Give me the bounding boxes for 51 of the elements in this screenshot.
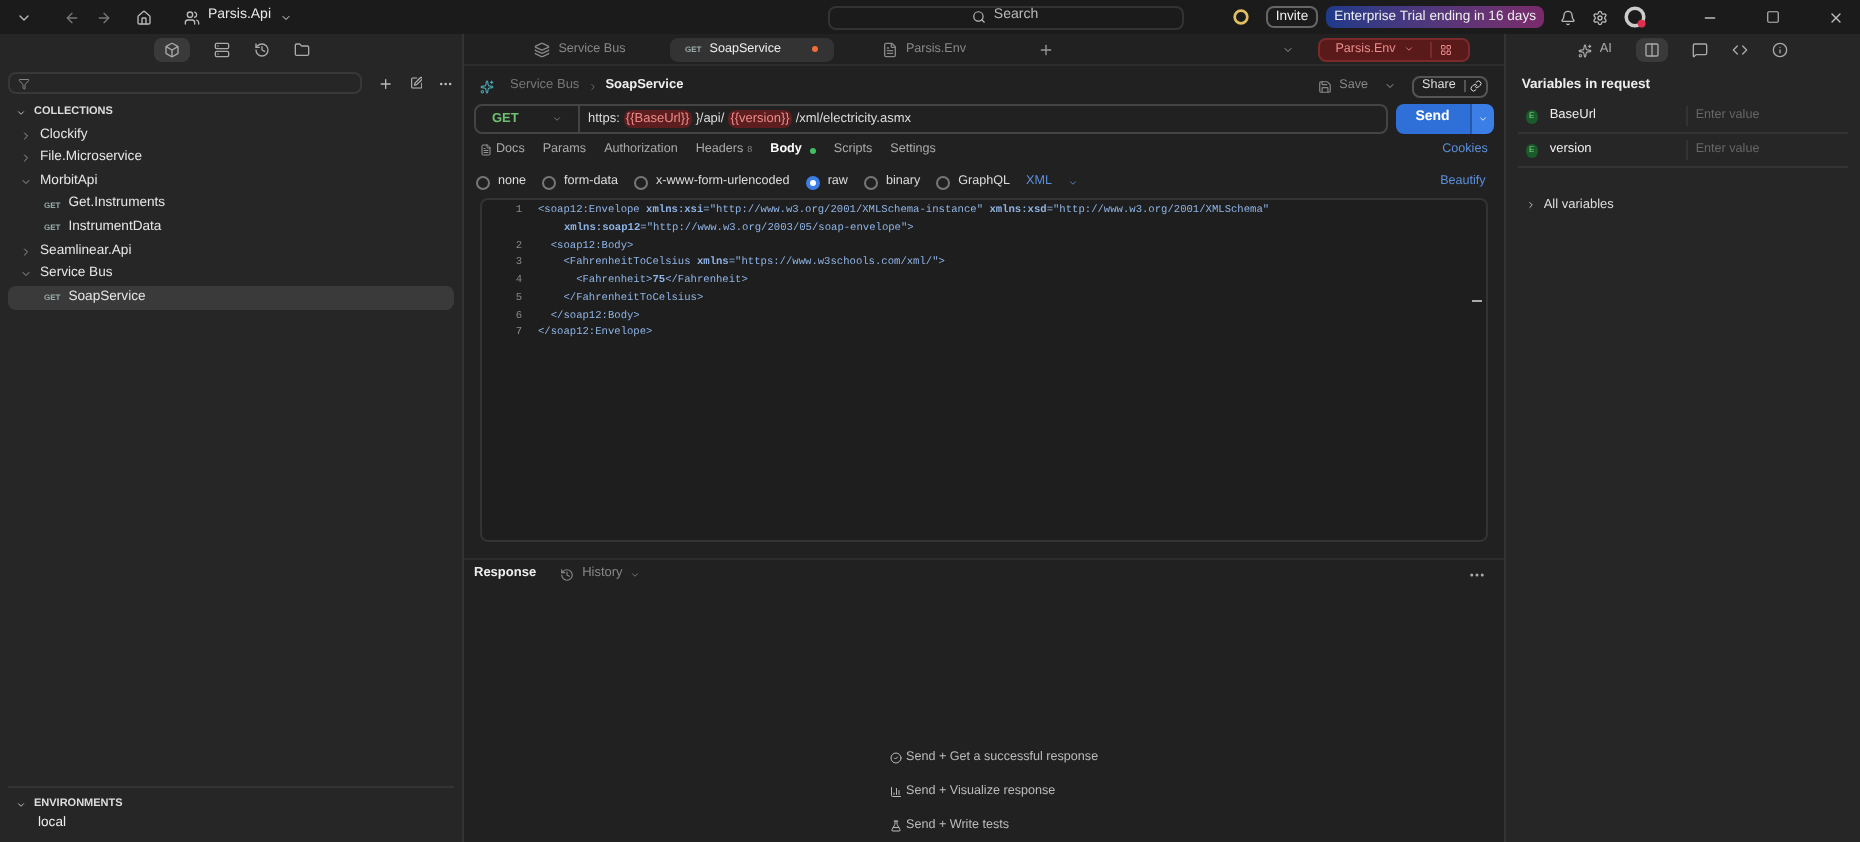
chevron-icon — [16, 108, 26, 118]
folder-icon[interactable] — [293, 42, 309, 58]
history-icon[interactable] — [253, 42, 269, 58]
filter-field[interactable] — [8, 72, 362, 94]
home-icon[interactable] — [136, 9, 152, 25]
columns-icon — [1644, 42, 1660, 58]
filter-icon — [18, 77, 30, 89]
chevron-icon — [1525, 200, 1536, 211]
edit-icon[interactable] — [409, 76, 423, 90]
send-menu-button[interactable] — [1469, 104, 1494, 134]
collection-icon — [534, 41, 551, 57]
link-icon — [1469, 80, 1482, 92]
comments-icon[interactable] — [1692, 42, 1708, 58]
check-circle-icon — [890, 752, 902, 764]
info-icon[interactable] — [1772, 42, 1788, 58]
chevron-icon — [279, 11, 292, 23]
save-icon — [1317, 79, 1332, 93]
breadcrumb-separator-icon — [587, 81, 598, 91]
chevron-icon — [16, 799, 26, 809]
maximize-icon[interactable] — [1766, 10, 1780, 24]
tabs-menu-icon[interactable] — [1281, 43, 1294, 55]
back-icon[interactable] — [64, 9, 80, 25]
avatar-icon[interactable] — [1624, 6, 1646, 28]
chevron-icon — [1403, 44, 1414, 54]
settings-icon[interactable] — [1592, 9, 1608, 25]
cube-icon — [163, 42, 179, 58]
chevron-icon — [1477, 114, 1488, 124]
chevron-icon — [552, 114, 562, 124]
add-icon[interactable] — [377, 75, 394, 91]
docs-icon — [480, 144, 492, 156]
new-tab-icon[interactable] — [1038, 41, 1054, 57]
save-menu-icon[interactable] — [1384, 80, 1397, 92]
request-icon — [480, 79, 494, 93]
forward-icon[interactable] — [96, 9, 112, 25]
notification-icon[interactable] — [1560, 9, 1576, 25]
chevron-icon — [630, 569, 641, 579]
users-icon[interactable] — [184, 9, 200, 25]
history-icon — [560, 567, 575, 581]
chevron-icon — [1067, 177, 1078, 187]
collections-tab[interactable] — [153, 38, 189, 62]
grid-icon — [1439, 43, 1452, 55]
close-icon[interactable] — [1828, 9, 1844, 25]
search-icon — [971, 10, 986, 24]
apis-icon[interactable] — [213, 42, 229, 58]
flask-icon — [890, 820, 902, 832]
environment-icon — [881, 41, 898, 57]
chart-icon — [890, 786, 902, 798]
scroll-marker — [1471, 300, 1482, 302]
variables-tab[interactable] — [1636, 38, 1668, 62]
code-icon[interactable] — [1732, 42, 1748, 58]
sparkle-icon — [1577, 43, 1592, 57]
